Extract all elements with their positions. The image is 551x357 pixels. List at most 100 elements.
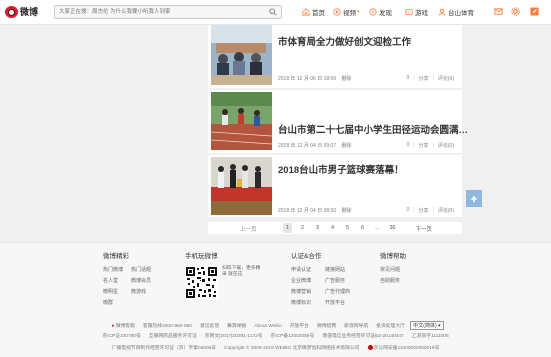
comment-button[interactable]: 评论(0) [438, 75, 454, 82]
nav-video[interactable]: 视频 ▾ [333, 7, 360, 17]
footer-link[interactable]: 热门微博 [103, 266, 131, 273]
license-text[interactable]: 京ICP备12002058号 [271, 332, 315, 339]
search-input[interactable] [55, 6, 265, 18]
footer-link[interactable]: 热门话题 [131, 266, 159, 273]
nav-label-discover: 发现 [379, 10, 392, 17]
footer-link[interactable]: 新浪网导航 [344, 322, 368, 329]
page-number[interactable]: 4 [328, 223, 337, 233]
police-badge-icon [367, 345, 373, 351]
prev-page-button[interactable]: 上一页 [240, 225, 257, 233]
pagination: 上一页 1 2 3 4 5 6 ... 36 下一页 [208, 222, 462, 234]
comment-button[interactable]: 评论(0) [438, 207, 454, 214]
footer-link[interactable]: 名人堂 [103, 277, 131, 284]
article-thumbnail[interactable] [211, 157, 272, 215]
next-page-button[interactable]: 下一页 [415, 225, 432, 233]
language-select[interactable]: 中文(简体) ▾ [410, 321, 444, 330]
police-record[interactable]: 京公网安备11000002000019号 [367, 344, 439, 351]
nav-home[interactable]: 首页 [302, 7, 325, 17]
feed-card[interactable]: 市体育局全力做好创文迎检工作 2018 年 12 月 06 日 18:56 删除… [208, 25, 462, 88]
footer-link[interactable]: 企业微博 [291, 277, 325, 284]
search-icon[interactable] [269, 8, 277, 16]
nav-label-home: 首页 [312, 10, 325, 17]
footer-link[interactable]: 微游戏 [131, 288, 159, 295]
license-text[interactable]: 互联网药品服务许可证 [149, 332, 197, 339]
footer-link[interactable]: 微博标识 [291, 299, 325, 306]
nav-discover[interactable]: 发现 [369, 7, 392, 17]
share-button[interactable]: 分享 [419, 207, 429, 214]
weibo-logo[interactable]: 微博 [5, 5, 38, 18]
footer-link[interactable]: 微博营销 [291, 288, 325, 295]
nav-profile[interactable]: 台山体育 [438, 7, 474, 17]
license-text[interactable]: 增值电信业务经营许可证B2-20140447 [322, 332, 404, 339]
qr-caption: 扫码下载，更多精采 就在这 [222, 266, 261, 277]
nav-game[interactable]: 游戏 [405, 7, 428, 17]
footer-link[interactable]: 投诉处理大厅 [376, 322, 405, 329]
footer-link[interactable]: 舞弊举报 [227, 322, 246, 329]
footer-license-row: 京ICP证100780号 互联网药品服务许可证 京网文[2017]10291-117… [0, 332, 551, 339]
delete-link[interactable]: 删除 [341, 143, 351, 149]
footer-link[interactable]: 客服热线4000-960-960 [143, 322, 192, 329]
feed-actions: 0 | 分享 | 评论(0) [406, 207, 454, 214]
nav-label-game: 游戏 [415, 10, 428, 17]
footer-link[interactable]: 链接网站 [325, 266, 359, 273]
footer-heading: 微博帮助 [380, 253, 406, 260]
feed-title[interactable]: 台山市第二十七届中小学生田径运动会圆满… [278, 122, 468, 136]
license-text[interactable]: 乙测资字1111005 [412, 332, 449, 339]
share-button[interactable]: 分享 [419, 75, 429, 82]
footer-col-help: 微博帮助 常见问题 自助服务 [380, 250, 406, 284]
footer-link[interactable]: 微明星 [103, 288, 131, 295]
footer-link[interactable]: 微博会员 [131, 277, 159, 284]
feed-actions: 0 | 分享 | 评论(0) [406, 142, 454, 149]
feed-meta: 2018 年 12 月 04 日 08:50 删除 [278, 207, 352, 214]
article-thumbnail[interactable] [211, 92, 272, 150]
footer-copyright-row: 广播电视节目制作经营许可证（京）字第04005号 Copyright © 2009… [0, 344, 551, 351]
license-text[interactable]: 京ICP证100780号 [102, 332, 140, 339]
footer-link-label: 微博客服 [115, 324, 135, 329]
footer-link[interactable]: 申请认证 [291, 266, 325, 273]
logo-text: 微博 [20, 7, 39, 17]
page-ellipsis: ... [375, 225, 380, 231]
feed-date: 2018 年 12 月 04 日 09:07 [278, 143, 337, 149]
back-to-top-button[interactable] [466, 190, 482, 207]
article-thumbnail[interactable] [211, 25, 272, 85]
message-icon[interactable] [494, 7, 503, 16]
language-select-value: 中文(简体) [413, 323, 437, 329]
footer-link[interactable]: 广告代理商 [325, 288, 359, 295]
page-number[interactable]: 2 [298, 223, 307, 233]
page-number[interactable]: 36 [388, 223, 397, 233]
compass-icon [369, 8, 377, 16]
footer-col-cooperation: 认证&合作 申请认证 链接网站 企业微博 广告服务 微博营销 广告代理商 微博标… [291, 250, 359, 306]
feed-title[interactable]: 2018台山市男子篮球赛落幕！ [278, 162, 404, 176]
feed-meta: 2018 年 12 月 04 日 09:07 删除 [278, 142, 352, 149]
page-number[interactable]: 1 [283, 223, 292, 233]
read-count: 0 [406, 207, 410, 213]
footer-link[interactable]: 广告服务 [325, 277, 359, 284]
footer-link[interactable]: ● 微博客服 [111, 322, 134, 329]
delete-link[interactable]: 删除 [341, 76, 351, 82]
footer-link[interactable]: 常见问题 [380, 266, 406, 273]
footer-link[interactable]: 意见反馈 [200, 322, 219, 329]
footer-link[interactable]: 开放平台 [290, 322, 309, 329]
delete-link[interactable]: 删除 [341, 208, 351, 214]
footer-link[interactable]: 微群 [103, 299, 131, 306]
footer-link[interactable]: About Weibo [254, 324, 281, 329]
license-text[interactable]: 广播电视节目制作经营许可证（京）字第04005号 [112, 344, 216, 351]
page-number[interactable]: 5 [343, 223, 352, 233]
footer-link[interactable]: 开放平台 [325, 299, 359, 306]
page-number[interactable]: 3 [313, 223, 322, 233]
game-icon [405, 9, 413, 15]
gear-icon[interactable] [511, 7, 520, 16]
feed-card[interactable]: 2018台山市男子篮球赛落幕！ 2018 年 12 月 04 日 08:50 删… [208, 155, 462, 217]
footer-link[interactable]: 微博招聘 [317, 322, 336, 329]
user-icon [438, 8, 446, 16]
page-number[interactable]: 6 [358, 223, 367, 233]
feed-title[interactable]: 市体育局全力做好创文迎检工作 [278, 34, 411, 48]
feed-card[interactable]: 台山市第二十七届中小学生田径运动会圆满… 2018 年 12 月 04 日 09… [208, 90, 468, 153]
license-text[interactable]: 京网文[2017]10291-1172号 [205, 332, 263, 339]
share-button[interactable]: 分享 [419, 142, 429, 149]
footer-link[interactable]: 自助服务 [380, 277, 406, 284]
video-icon [333, 8, 341, 16]
weibo-eye-icon: ● [111, 324, 115, 329]
compose-icon[interactable] [530, 7, 539, 16]
comment-button[interactable]: 评论(0) [438, 142, 454, 149]
